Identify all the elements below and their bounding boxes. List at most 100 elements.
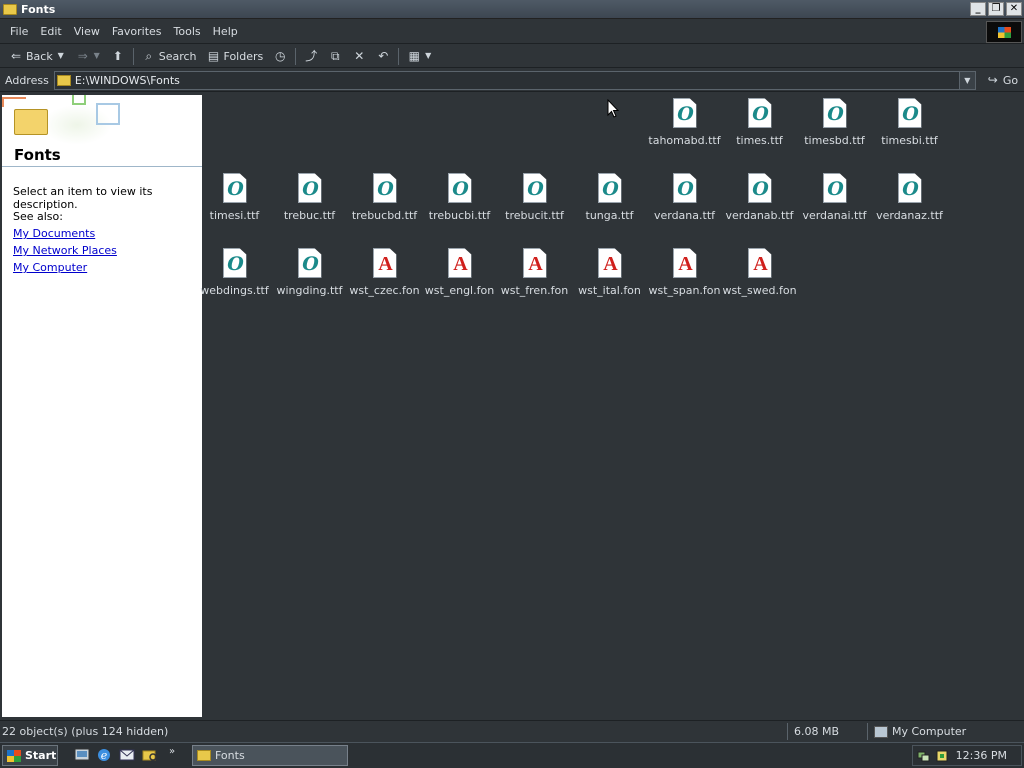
up-folder-icon: ⬆	[112, 49, 123, 63]
file-item[interactable]: Otrebuc.ttf	[272, 173, 347, 233]
clock[interactable]: 12:36 PM	[956, 749, 1007, 762]
folders-label: Folders	[223, 49, 264, 63]
svg-text:e: e	[101, 749, 108, 762]
file-item[interactable]: Overdana.ttf	[647, 173, 722, 233]
internet-explorer-icon[interactable]: e	[96, 747, 112, 763]
file-name: wingding.ttf	[276, 284, 343, 297]
file-item[interactable]: Awst_ital.fon	[572, 248, 647, 308]
folders-button[interactable]: ▤ Folders	[202, 46, 269, 66]
file-item[interactable]: Overdanab.ttf	[722, 173, 797, 233]
delete-button[interactable]: ✕	[347, 46, 371, 66]
file-item[interactable]: Otimesbi.ttf	[872, 98, 947, 158]
file-item[interactable]: Owingding.ttf	[272, 248, 347, 308]
outlook-express-icon[interactable]	[119, 747, 135, 763]
go-button[interactable]: ↪ Go	[986, 73, 1018, 87]
menu-favorites[interactable]: Favorites	[106, 25, 168, 38]
go-arrow-icon: ↪	[987, 73, 998, 87]
volume-icon[interactable]	[935, 749, 949, 763]
file-name: trebucbi.ttf	[428, 209, 491, 222]
chevron-down-icon[interactable]: ▼	[93, 49, 101, 63]
close-button[interactable]: ✕	[1006, 2, 1022, 16]
up-folder-button[interactable]: ⬆	[106, 46, 130, 66]
show-desktop-icon[interactable]	[74, 747, 90, 763]
system-tray: 12:36 PM	[912, 745, 1022, 766]
start-button[interactable]: Start	[2, 745, 58, 766]
truetype-font-icon: O	[897, 173, 922, 203]
file-name: timesbd.ttf	[804, 134, 865, 147]
views-button[interactable]: ▦ ▼	[402, 46, 437, 66]
menu-view[interactable]: View	[68, 25, 106, 38]
file-name: trebucbd.ttf	[351, 209, 418, 222]
file-item[interactable]: Awst_fren.fon	[497, 248, 572, 308]
file-item[interactable]: Awst_span.fon	[647, 248, 722, 308]
file-name: wst_engl.fon	[424, 284, 495, 297]
link-my-documents[interactable]: My Documents	[13, 227, 95, 240]
quick-launch-more-icon[interactable]: »	[169, 746, 175, 757]
file-item[interactable]: Otunga.ttf	[572, 173, 647, 233]
status-location: My Computer	[872, 723, 1022, 740]
file-item[interactable]: Otimesbd.ttf	[797, 98, 872, 158]
history-button[interactable]: ◷	[268, 46, 292, 66]
file-name: tunga.ttf	[585, 209, 634, 222]
file-item[interactable]: Awst_czec.fon	[347, 248, 422, 308]
link-my-computer[interactable]: My Computer	[13, 261, 87, 274]
file-name: verdanab.ttf	[725, 209, 794, 222]
address-input[interactable]: E:\WINDOWS\Fonts ▼	[53, 70, 976, 90]
file-list[interactable]: Otahomabd.ttf Otimes.ttf Otimesbd.ttf Otime…	[200, 95, 1022, 717]
back-arrow-icon: ⇐	[10, 49, 22, 63]
chevron-down-icon[interactable]: ▼	[424, 49, 432, 63]
undo-button[interactable]: ↶	[371, 46, 395, 66]
back-button[interactable]: ⇐ Back ▼	[4, 46, 71, 66]
windows-explorer-icon[interactable]	[142, 747, 158, 763]
file-item[interactable]: Overdanai.ttf	[797, 173, 872, 233]
link-my-network-places[interactable]: My Network Places	[13, 244, 117, 257]
raster-font-icon: A	[522, 248, 547, 278]
menu-file[interactable]: File	[4, 25, 34, 38]
file-item[interactable]: Otimes.ttf	[722, 98, 797, 158]
file-item[interactable]: Otimesi.ttf	[197, 173, 272, 233]
file-item[interactable]: Awst_swed.fon	[722, 248, 797, 308]
address-path: E:\WINDOWS\Fonts	[74, 73, 180, 87]
toolbar-separator	[295, 47, 297, 65]
menu-help[interactable]: Help	[207, 25, 244, 38]
restore-button[interactable]: ❐	[988, 2, 1004, 16]
folders-icon: ▤	[207, 49, 220, 63]
status-bar: 22 object(s) (plus 124 hidden) 6.08 MB M…	[0, 720, 1024, 741]
title-bar[interactable]: Fonts _ ❐ ✕	[0, 0, 1024, 19]
address-dropdown-button[interactable]: ▼	[958, 71, 975, 89]
truetype-font-icon: O	[672, 98, 697, 128]
truetype-font-icon: O	[222, 173, 247, 203]
search-button[interactable]: ⌕ Search	[137, 46, 202, 66]
taskbar-button-fonts[interactable]: Fonts	[192, 745, 348, 766]
menu-tools[interactable]: Tools	[168, 25, 207, 38]
copy-to-button[interactable]: ⧉	[323, 46, 347, 66]
truetype-font-icon: O	[747, 173, 772, 203]
chevron-down-icon[interactable]: ▼	[56, 49, 66, 63]
file-item[interactable]: Otrebucit.ttf	[497, 173, 572, 233]
file-item[interactable]: Otahomabd.ttf	[647, 98, 722, 158]
address-bar: Address E:\WINDOWS\Fonts ▼ ↪ Go	[0, 69, 1024, 92]
truetype-font-icon: O	[897, 98, 922, 128]
item-description: Select an item to view its description.	[13, 185, 153, 211]
start-label: Start	[25, 749, 57, 762]
menu-edit[interactable]: Edit	[34, 25, 67, 38]
file-name: trebuc.ttf	[283, 209, 336, 222]
folder-icon	[3, 3, 17, 15]
windows-logo-icon	[986, 21, 1022, 43]
file-name: wst_czec.fon	[349, 284, 420, 297]
raster-font-icon: A	[747, 248, 772, 278]
taskbar-button-label: Fonts	[215, 749, 245, 762]
raster-font-icon: A	[372, 248, 397, 278]
file-item[interactable]: Owebdings.ttf	[197, 248, 272, 308]
network-icon[interactable]	[917, 749, 931, 763]
file-item[interactable]: Otrebucbi.ttf	[422, 173, 497, 233]
window-title: Fonts	[21, 2, 56, 16]
file-item[interactable]: Awst_engl.fon	[422, 248, 497, 308]
file-item[interactable]: Overdanaz.ttf	[872, 173, 947, 233]
move-to-button[interactable]: ⤴	[299, 46, 323, 66]
raster-font-icon: A	[447, 248, 472, 278]
minimize-button[interactable]: _	[970, 2, 986, 16]
file-item[interactable]: Otrebucbd.ttf	[347, 173, 422, 233]
raster-font-icon: A	[597, 248, 622, 278]
forward-button[interactable]: ⇒ ▼	[71, 46, 106, 66]
